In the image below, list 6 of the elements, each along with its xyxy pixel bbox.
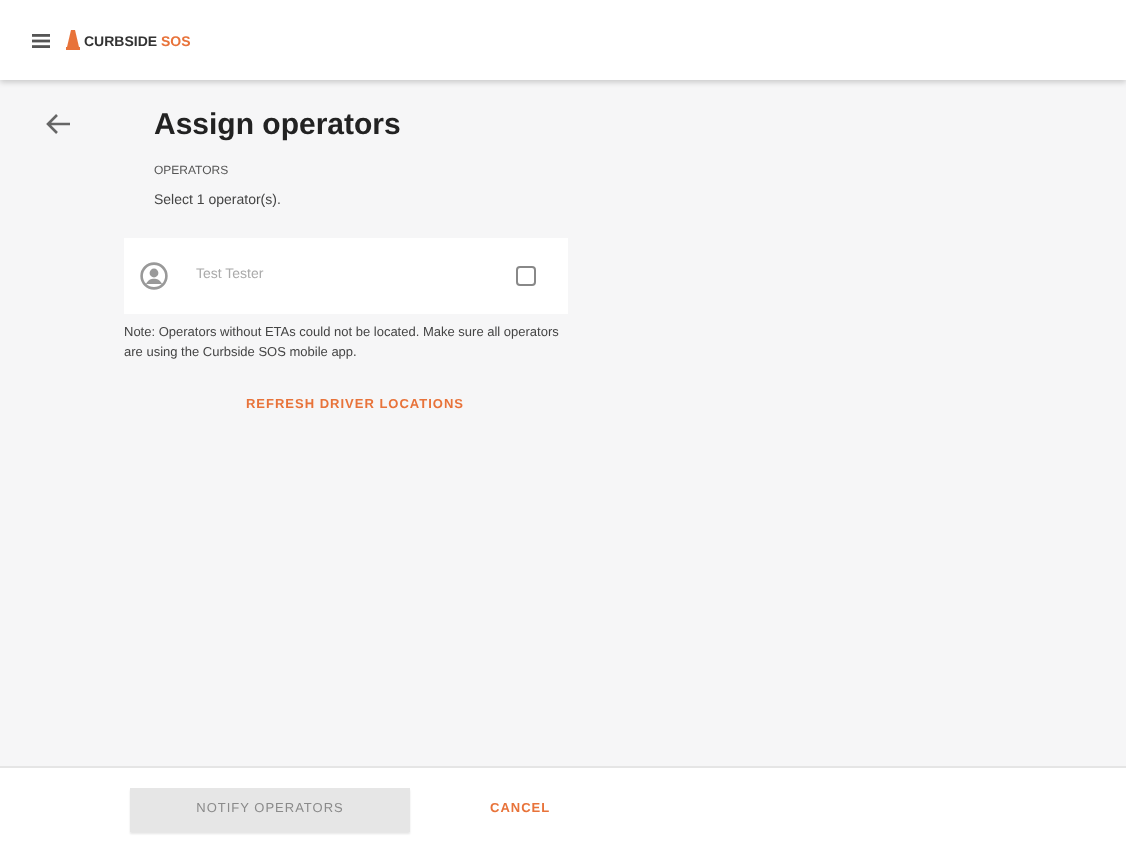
checkbox[interactable] [516,266,536,287]
page-title: Assign operators [154,108,403,146]
menu-icon[interactable] [32,33,50,47]
person-icon [140,262,168,291]
traffic-cone-icon [66,30,80,50]
back-arrow-icon[interactable] [44,112,72,136]
